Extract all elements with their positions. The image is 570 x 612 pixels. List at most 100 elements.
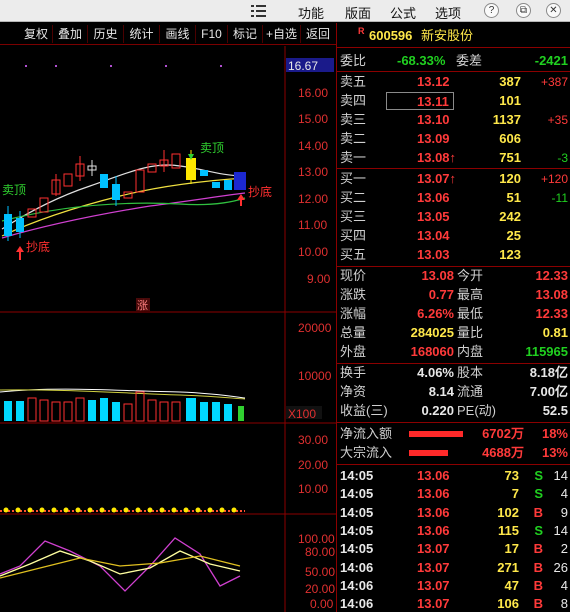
stat-row: 收益(三) 0.220 PE(动) 52.5 — [340, 403, 568, 418]
stat-row: 总量 284025 量比 0.81 — [340, 325, 568, 340]
buy-bottom-signal-left: 抄底 — [26, 239, 50, 254]
kdj-tick: 50.00 — [305, 565, 335, 579]
tick-row: 14:05 13.06 102 B 9 — [337, 504, 570, 522]
stat-row: 现价 13.08 今开 12.33 — [340, 268, 568, 283]
tick-volume: 115 — [498, 522, 519, 538]
quote-panel: R 600596 新安股份 委比 -68.33% 委差 -2421 卖五 13.… — [336, 23, 570, 612]
title-bar: 功能 版面 公式 选项 ? ⧉ ✕ — [0, 0, 570, 22]
macd-tick: 10.00 — [298, 482, 328, 496]
tick-count: 26 — [553, 559, 568, 575]
help-icon[interactable]: ? — [484, 3, 499, 18]
kdj-tick: 20.00 — [305, 582, 335, 596]
ask-row: 卖一 13.08↑ 751 -3 — [340, 150, 568, 165]
history-button[interactable]: 历史 — [88, 25, 124, 43]
kdj-tick: 100.00 — [298, 532, 335, 546]
tick-side: B — [533, 577, 543, 593]
tick-price: 13.07 — [417, 559, 450, 575]
statistics-button[interactable]: 统计 — [124, 25, 160, 43]
tick-side: B — [533, 596, 543, 612]
menu-formula[interactable]: 公式 — [390, 3, 416, 22]
up-arrow-icon — [237, 194, 245, 206]
price-tick: 10.00 — [298, 245, 328, 259]
tick-count: 14 — [553, 468, 568, 483]
tick-price: 13.06 — [417, 468, 450, 483]
f10-button[interactable]: F10 — [196, 25, 228, 43]
draw-line-button[interactable]: 画线 — [160, 25, 196, 43]
tick-side: S — [534, 486, 543, 502]
limit-up-tag: 涨 — [137, 299, 148, 312]
ask-row: 卖三 13.10 1137 +35 — [340, 112, 568, 127]
bid-row: 买五 13.03 123 — [340, 247, 521, 262]
bid-row: 买三 13.05 242 — [340, 209, 521, 224]
tick-time: 14:05 — [340, 468, 374, 483]
tick-side: B — [533, 559, 543, 575]
ask-row: 卖四 13.11 101 — [340, 92, 521, 110]
mark-button[interactable]: 标记 — [228, 25, 263, 43]
kdj-tick: 0.00 — [310, 597, 334, 611]
tick-time: 14:05 — [340, 541, 374, 557]
tick-volume: 106 — [497, 596, 519, 612]
price-tick: 16.67 — [288, 59, 318, 73]
tick-time: 14:06 — [340, 577, 374, 593]
rzrq-flag: R — [358, 26, 365, 36]
price-tick: 13.00 — [298, 165, 328, 179]
price-tick: 14.00 — [298, 139, 328, 153]
volume-unit: X100 — [288, 407, 316, 421]
tick-count: 9 — [560, 504, 568, 520]
tick-time: 14:06 — [340, 559, 374, 575]
stat-row: 涨幅 6.26% 最低 12.33 — [340, 306, 568, 321]
tick-row: 14:06 13.07 271 B 26 — [337, 559, 570, 577]
menu-options[interactable]: 选项 — [435, 3, 461, 22]
stat-row: 涨跌 0.77 最高 13.08 — [340, 287, 568, 302]
kline-chart-area[interactable]: 16.67 16.00 15.00 14.00 13.00 12.00 11.0… — [0, 46, 336, 612]
price-tick: 15.00 — [298, 112, 328, 126]
tick-price: 13.06 — [417, 522, 450, 538]
tick-row: 14:05 13.06 73 S 14 — [337, 467, 570, 485]
volume-tick: 10000 — [298, 369, 332, 383]
tick-count: 4 — [560, 486, 568, 502]
stat-row: 换手 4.06% 股本 8.18亿 — [340, 365, 568, 380]
tick-time: 14:05 — [340, 486, 374, 502]
menu-list-icon[interactable] — [250, 3, 268, 19]
tick-count: 4 — [560, 577, 568, 593]
stat-row: 外盘 168060 内盘 115965 — [340, 344, 568, 359]
tick-count: 2 — [560, 541, 568, 557]
buy-bottom-signal-right: 抄底 — [248, 184, 272, 199]
tick-side: B — [533, 504, 543, 520]
macd-tick: 30.00 — [298, 433, 328, 447]
stock-name: 新安股份 — [421, 28, 474, 43]
kline-chart-svg[interactable]: 16.67 16.00 15.00 14.00 13.00 12.00 11.0… — [0, 46, 336, 612]
sell-top-signal-right: 卖顶 — [200, 141, 224, 155]
macd-tick: 20.00 — [298, 458, 328, 472]
tick-side: S — [534, 468, 543, 483]
tick-row: 14:05 13.06 7 S 4 — [337, 485, 570, 503]
add-watchlist-button[interactable]: +自选 — [263, 25, 301, 43]
volume-tick: 20000 — [298, 321, 332, 335]
chart-toolbar: 复权 叠加 历史 统计 画线 F10 标记 +自选 返回 — [0, 23, 336, 45]
tick-count: 14 — [553, 522, 568, 538]
tick-price: 13.07 — [417, 577, 450, 593]
menu-layout[interactable]: 版面 — [345, 3, 371, 22]
flow-bar — [409, 450, 448, 456]
overlay-button[interactable]: 叠加 — [53, 25, 88, 43]
tick-volume: 102 — [497, 504, 519, 520]
up-arrow-icon — [16, 246, 24, 260]
adjust-button[interactable]: 复权 — [20, 25, 53, 43]
order-diff-value: -2421 — [534, 53, 568, 68]
back-button[interactable]: 返回 — [301, 25, 335, 43]
tick-row: 14:06 13.07 106 B 8 — [337, 595, 570, 612]
menu-function[interactable]: 功能 — [298, 3, 324, 22]
tick-side: S — [534, 522, 543, 538]
ask-row: 卖五 13.12 387 +387 — [340, 74, 568, 89]
price-tick: 12.00 — [298, 192, 328, 206]
kdj-tick: 80.00 — [305, 545, 335, 559]
restore-icon[interactable]: ⧉ — [516, 3, 531, 18]
tick-row: 14:05 13.06 115 S 14 — [337, 522, 570, 540]
bid-row: 买二 13.06 51 -11 — [340, 190, 568, 205]
tick-volume: 7 — [511, 486, 519, 502]
stock-header: R 600596 新安股份 — [337, 26, 570, 45]
close-icon[interactable]: ✕ — [546, 3, 561, 18]
tick-time: 14:05 — [340, 522, 374, 538]
stat-row: 净资 8.14 流通 7.00亿 — [340, 384, 568, 399]
tick-volume: 47 — [504, 577, 519, 593]
